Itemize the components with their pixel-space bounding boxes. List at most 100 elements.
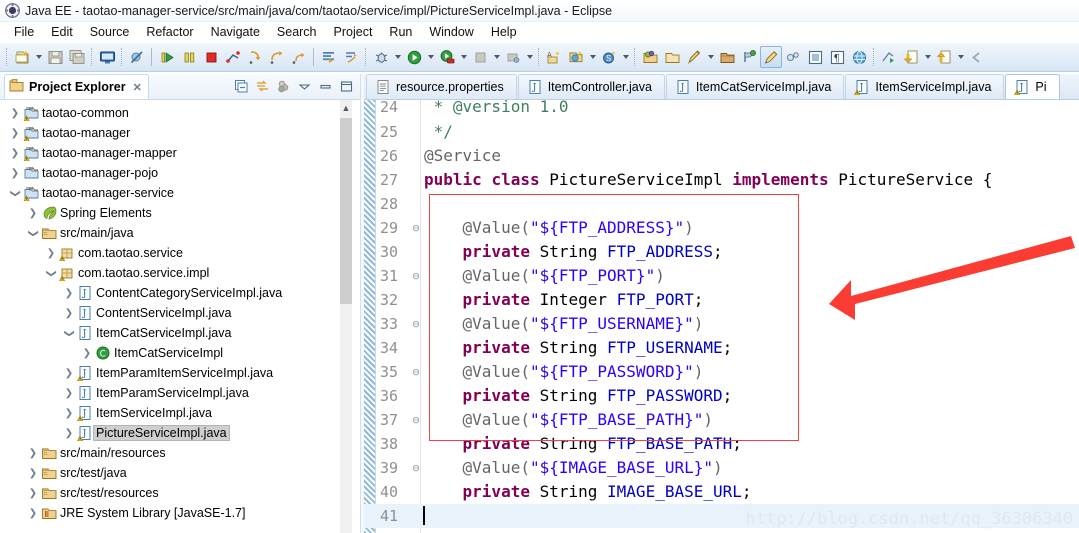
tree-item[interactable]: ❯ J ContentCategoryServiceImpl.java — [0, 283, 360, 303]
chevron-right-icon[interactable]: ❯ — [62, 288, 76, 299]
editor-tab[interactable]: resource.properties — [366, 74, 517, 99]
tree-item[interactable]: ❯ Mtaotao-manager-pojo — [0, 163, 360, 183]
tree-item[interactable]: ❯ com.taotao.service.impl — [0, 263, 360, 283]
pencil-highlight-icon[interactable] — [760, 46, 782, 68]
project-tree[interactable]: ❯ Mtaotao-common ❯ Mtaotao-manager ❯ Mtaotao-… — [0, 100, 360, 533]
chevron-right-icon[interactable]: ❯ — [26, 468, 40, 479]
run-icon[interactable] — [403, 46, 425, 68]
menu-edit[interactable]: Edit — [43, 24, 82, 41]
chevron-right-icon[interactable]: ❯ — [26, 508, 40, 519]
step-over-icon[interactable] — [266, 46, 288, 68]
debug-icon[interactable] — [370, 46, 392, 68]
search-dropdown-icon[interactable] — [705, 46, 716, 68]
chevron-down-icon[interactable]: ❯ — [46, 266, 57, 280]
chevron-right-icon[interactable]: ❯ — [8, 128, 22, 139]
stop-server-icon[interactable] — [469, 46, 491, 68]
maximize-view-icon[interactable] — [337, 77, 356, 96]
chevron-right-icon[interactable]: ❯ — [26, 448, 40, 459]
menu-project[interactable]: Project — [326, 24, 382, 41]
new-wizard-icon[interactable] — [11, 46, 33, 68]
chevron-right-icon[interactable]: ❯ — [8, 108, 22, 119]
import-icon[interactable] — [900, 46, 922, 68]
editor-tab[interactable]: J ItemServiceImpl.java — [845, 74, 1005, 99]
code-line[interactable]: 26 @Service — [364, 144, 1079, 168]
collapse-all-icon[interactable] — [232, 77, 251, 96]
save-all-icon[interactable] — [66, 46, 88, 68]
disconnect-icon[interactable] — [222, 46, 244, 68]
chevron-right-icon[interactable]: ❯ — [26, 208, 40, 219]
code-line[interactable]: 35 ⊖ @Value("${FTP_PASSWORD}") — [364, 360, 1079, 384]
view-menu-filter-icon[interactable] — [274, 77, 293, 96]
step-return-icon[interactable] — [288, 46, 310, 68]
chevron-right-icon[interactable]: ❯ — [8, 148, 22, 159]
code-line[interactable]: 25 */ — [364, 120, 1079, 144]
terminate-icon[interactable] — [200, 46, 222, 68]
fold-collapse-icon[interactable]: ⊖ — [410, 264, 422, 288]
tree-item[interactable]: ❯ J ContentServiceImpl.java — [0, 303, 360, 323]
link-editor-icon[interactable] — [782, 46, 804, 68]
code-line[interactable]: 38 private String FTP_BASE_PATH; — [364, 432, 1079, 456]
close-icon[interactable]: ✕ — [133, 81, 142, 94]
chevron-right-icon[interactable]: ❯ — [26, 488, 40, 499]
chevron-right-icon[interactable]: ❯ — [62, 308, 76, 319]
tree-item[interactable]: ❯ J PictureServiceImpl.java — [0, 423, 360, 443]
new-spring-bean-icon[interactable]: S — [598, 46, 620, 68]
open-type-icon[interactable] — [639, 46, 661, 68]
menu-window[interactable]: Window — [421, 24, 482, 41]
import-dropdown-icon[interactable] — [922, 46, 933, 68]
export-dropdown-icon[interactable] — [955, 46, 966, 68]
tree-item[interactable]: ❯ src/test/java — [0, 463, 360, 483]
view-menu-icon[interactable] — [295, 77, 314, 96]
tab-project-explorer[interactable]: Project Explorer ✕ — [4, 74, 149, 99]
profile-icon[interactable] — [502, 46, 524, 68]
tree-item[interactable]: ❯ J ItemParamServiceImpl.java — [0, 383, 360, 403]
suspend-icon[interactable] — [178, 46, 200, 68]
run-dropdown-icon[interactable] — [425, 46, 436, 68]
tree-item[interactable]: ❯ J ItemParamItemServiceImpl.java — [0, 363, 360, 383]
code-line[interactable]: 29 ⊖ @Value("${FTP_ADDRESS}") — [364, 216, 1079, 240]
next-annotation-icon[interactable] — [340, 46, 362, 68]
chevron-down-icon[interactable]: ❯ — [10, 186, 21, 200]
fold-collapse-icon[interactable]: ⊖ — [410, 408, 422, 432]
code-lines[interactable]: 24 * @version 1.0 25 */26 @Service 27 public… — [364, 100, 1079, 533]
tree-item[interactable]: ❯ J ItemCatServiceImpl.java — [0, 323, 360, 343]
menu-search[interactable]: Search — [269, 24, 326, 41]
fold-collapse-icon[interactable]: ⊖ — [410, 312, 422, 336]
menu-help[interactable]: Help — [483, 24, 526, 41]
run-server-dropdown-icon[interactable] — [458, 46, 469, 68]
scrollbar-thumb[interactable] — [340, 118, 352, 304]
code-line[interactable]: 28 — [364, 192, 1079, 216]
tree-item[interactable]: ❯ src/main/resources — [0, 443, 360, 463]
resume-icon[interactable] — [156, 46, 178, 68]
link-with-editor-icon[interactable] — [253, 77, 272, 96]
console-icon[interactable] — [96, 46, 118, 68]
new-web-project-dropdown-icon[interactable] — [587, 46, 598, 68]
tree-item[interactable]: ❯ Mtaotao-manager-mapper — [0, 143, 360, 163]
new-spring-bean-dropdown-icon[interactable] — [620, 46, 631, 68]
open-package-icon[interactable] — [716, 46, 738, 68]
editor-tab[interactable]: J ItemController.java — [517, 74, 665, 99]
fold-collapse-icon[interactable]: ⊖ — [410, 216, 422, 240]
tree-item[interactable]: ❯ JRE System Library [JavaSE-1.7] — [0, 503, 360, 523]
code-line[interactable]: 33 ⊖ @Value("${FTP_USERNAME}") — [364, 312, 1079, 336]
code-line[interactable]: 27 public class PictureServiceImpl implem… — [364, 168, 1079, 192]
menu-navigate[interactable]: Navigate — [203, 24, 269, 41]
tree-item[interactable]: ❯ C ItemCatServiceImpl — [0, 343, 360, 363]
code-line[interactable]: 31 ⊖ @Value("${FTP_PORT}") — [364, 264, 1079, 288]
step-into-icon[interactable] — [244, 46, 266, 68]
toggle-breadcrumb-icon[interactable] — [738, 46, 760, 68]
code-line[interactable]: 32 private Integer FTP_PORT; — [364, 288, 1079, 312]
project-tree-scrollbar[interactable]: ▲ — [340, 100, 352, 533]
editor-tab[interactable]: J ItemCatServiceImpl.java — [665, 74, 845, 99]
skip-breakpoints-icon[interactable] — [126, 46, 148, 68]
tree-item[interactable]: ❯ Spring Elements — [0, 203, 360, 223]
tree-item[interactable]: ❯ Mtaotao-common — [0, 103, 360, 123]
block-selection-icon[interactable] — [804, 46, 826, 68]
code-line[interactable]: 37 ⊖ @Value("${FTP_BASE_PATH}") — [364, 408, 1079, 432]
scroll-up-icon[interactable]: ▲ — [340, 100, 352, 116]
chevron-right-icon[interactable]: ❯ — [8, 168, 22, 179]
code-line[interactable]: 39 ⊖ @Value("${IMAGE_BASE_URL}") — [364, 456, 1079, 480]
editor-tab[interactable]: J Pi — [1005, 74, 1060, 99]
export-icon[interactable] — [933, 46, 955, 68]
open-browser-icon[interactable] — [848, 46, 870, 68]
